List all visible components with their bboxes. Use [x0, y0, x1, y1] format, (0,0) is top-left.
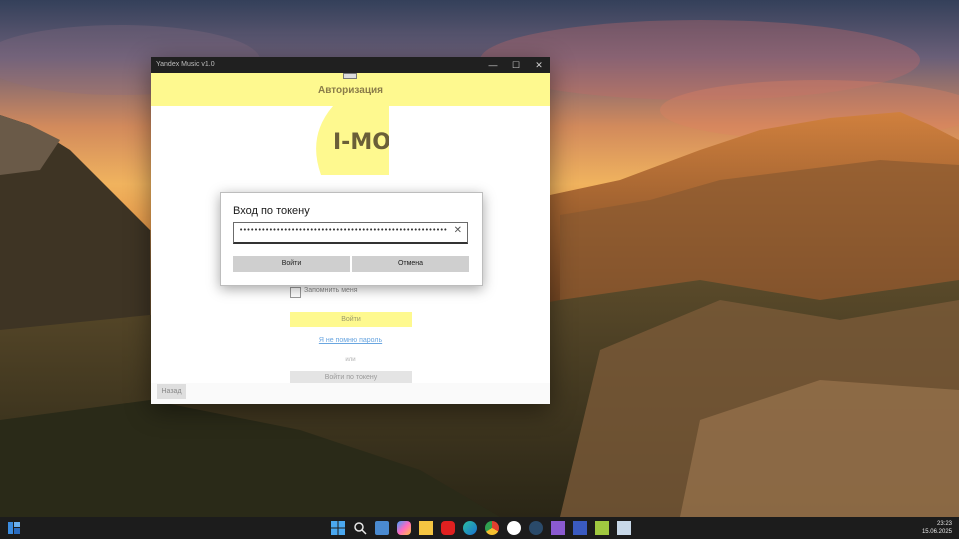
- back-button[interactable]: Назад: [157, 384, 186, 399]
- title-bar[interactable]: Yandex Music v1.0 — ☐ ✕: [151, 57, 550, 73]
- save-icon[interactable]: [573, 521, 587, 535]
- dialog-login-button[interactable]: Войти: [233, 256, 350, 272]
- system-clock[interactable]: 23:23 15.06.2025: [922, 520, 952, 536]
- search-icon[interactable]: [353, 521, 367, 535]
- explorer-icon[interactable]: [419, 521, 433, 535]
- token-login-dialog: Вход по токену •••••••••••••••••••••••••…: [220, 192, 483, 286]
- widgets-icon[interactable]: [8, 522, 20, 534]
- login-button[interactable]: Войти: [290, 312, 412, 327]
- taskview-icon[interactable]: [375, 521, 389, 535]
- chrome-icon[interactable]: [485, 521, 499, 535]
- yandex-icon[interactable]: [507, 521, 521, 535]
- logo-icon: I-MO: [316, 106, 391, 175]
- dialog-cancel-button[interactable]: Отмена: [352, 256, 469, 272]
- window-title: Yandex Music v1.0: [156, 61, 215, 68]
- token-input[interactable]: ••••••••••••••••••••••••••••••••••••••••…: [233, 222, 468, 244]
- steam-icon[interactable]: [529, 521, 543, 535]
- app-logo: I-MO: [313, 106, 391, 175]
- start-icon[interactable]: [331, 521, 345, 535]
- visualstudio-icon[interactable]: [551, 521, 565, 535]
- clock-time: 23:23: [936, 521, 952, 527]
- logo-text: I-MO: [333, 130, 389, 155]
- auth-title: Авторизация: [318, 85, 383, 96]
- clock-date: 15.06.2025: [921, 529, 952, 535]
- clear-icon[interactable]: ✕: [454, 225, 462, 236]
- footer-bar: [151, 383, 550, 404]
- token-value: ••••••••••••••••••••••••••••••••••••••••…: [239, 226, 447, 234]
- close-button[interactable]: ✕: [527, 57, 550, 73]
- copilot-icon[interactable]: [397, 521, 411, 535]
- auth-header: Авторизация: [151, 73, 550, 106]
- sticky-icon[interactable]: [595, 521, 609, 535]
- remember-checkbox[interactable]: [290, 287, 301, 298]
- dialog-title: Вход по токену: [233, 205, 310, 217]
- token-login-button[interactable]: Войти по токену: [290, 371, 412, 383]
- app-icon[interactable]: [617, 521, 631, 535]
- edge-icon[interactable]: [463, 521, 477, 535]
- minimize-button[interactable]: —: [481, 57, 505, 73]
- youtube-icon[interactable]: [441, 521, 455, 535]
- taskbar: 23:23 15.06.2025: [0, 517, 959, 539]
- maximize-button[interactable]: ☐: [504, 57, 528, 73]
- or-separator: или: [345, 357, 356, 363]
- remember-label: Запомнить меня: [304, 287, 358, 294]
- drag-handle[interactable]: [343, 73, 357, 79]
- forgot-password-link[interactable]: Я не помню пароль: [151, 337, 550, 344]
